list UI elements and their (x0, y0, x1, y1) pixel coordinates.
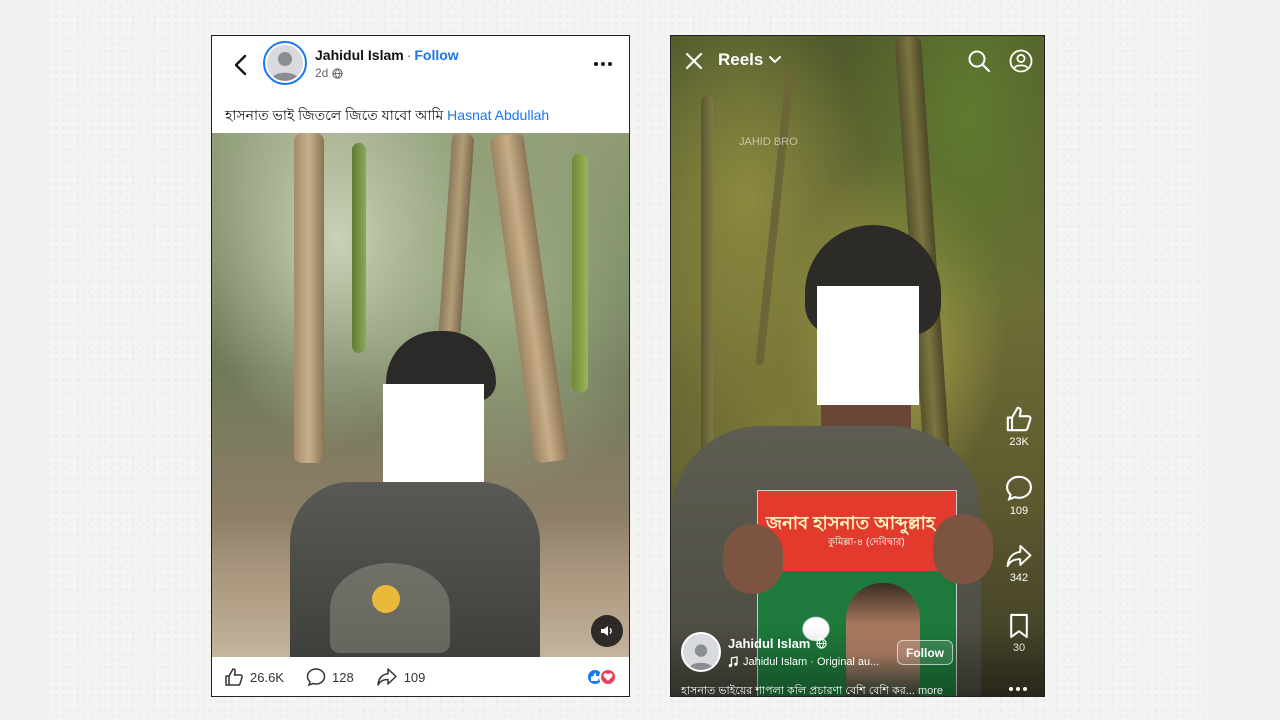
author-name[interactable]: Jahidul Islam (315, 47, 404, 63)
tree-trunk (294, 133, 324, 463)
more-dot-icon (1016, 687, 1020, 691)
thumbs-up-icon (225, 668, 243, 686)
caption-text: হাসনাত ভাই জিতলে জিতে যাবো আমি (225, 107, 444, 123)
reel-author-avatar[interactable] (681, 632, 721, 672)
author-avatar[interactable] (263, 41, 307, 85)
more-dot-icon (594, 62, 598, 66)
face-redaction-box (383, 384, 484, 482)
mention-link[interactable]: Hasnat Abdullah (447, 107, 549, 123)
volume-icon (601, 626, 612, 636)
more-dot-icon (1009, 687, 1013, 691)
post-actions-bar: 26.6K 128 109 (212, 657, 629, 696)
tree-trunk (572, 153, 588, 393)
love-reaction-icon (599, 668, 617, 686)
reel-caption-text: হাসনাত ভাইয়ের শাপলা কলি প্রচারণা বেশি ব… (681, 685, 915, 697)
see-more-link[interactable]: more (918, 685, 943, 696)
tree-trunk (352, 143, 366, 353)
post-photo[interactable] (212, 133, 629, 657)
time-text: 2d (315, 66, 329, 80)
reel-more-options-button[interactable] (1009, 687, 1027, 691)
post-caption: হাসনাত ভাই জিতলে জিতে যাবো আমি Hasnat Ab… (225, 104, 549, 128)
reel-caption[interactable]: হাসনাত ভাইয়ের শাপলা কলি প্রচারণা বেশি ব… (681, 682, 991, 697)
reel-comment-button[interactable]: 109 (998, 474, 1040, 517)
comment-icon (1006, 475, 1032, 501)
back-button[interactable] (228, 50, 252, 80)
shirt-print (330, 563, 450, 653)
post-header: Jahidul Islam · Follow 2d হাসনাত ভাই জিতলে… (212, 36, 629, 132)
separator-dot: · (406, 47, 412, 63)
music-note-icon (728, 656, 738, 668)
globe-icon (332, 67, 344, 79)
reel-follow-button[interactable]: Follow (897, 640, 953, 665)
tree-trunk (489, 133, 569, 464)
reel-audio-track[interactable]: Jahidul Islam · Original au... (728, 656, 908, 668)
globe-icon (816, 638, 828, 649)
profile-icon[interactable] (1009, 49, 1033, 73)
share-arrow-icon (1006, 544, 1032, 568)
reel-like-button[interactable]: 23K (998, 405, 1040, 448)
share-button[interactable]: 109 (376, 667, 426, 687)
share-arrow-icon (376, 668, 397, 686)
more-dot-icon (601, 62, 605, 66)
reel-author-name[interactable]: Jahidul Islam (728, 636, 810, 651)
reaction-summary[interactable] (586, 668, 617, 686)
share-count: 109 (403, 669, 426, 685)
right-hand (933, 514, 993, 584)
sound-toggle-button[interactable] (591, 615, 623, 647)
reels-dropdown[interactable]: Reels (718, 50, 782, 70)
chevron-down-icon (769, 56, 782, 64)
tree-trunk (755, 66, 795, 366)
tree-trunk (701, 96, 713, 476)
reel-like-count: 23K (1009, 436, 1029, 448)
default-avatar-icon (688, 644, 714, 670)
poster-header: জনাব হাসনাত আব্দুল্লাহ কুমিল্লা-৪ (দেবিদ… (758, 491, 956, 571)
search-icon[interactable] (967, 49, 991, 73)
comment-icon (306, 668, 326, 687)
reel-author-line: Jahidul Islam (728, 636, 828, 651)
follow-link[interactable]: Follow (414, 47, 458, 63)
reels-top-bar: Reels (671, 36, 1044, 86)
sun-graphic (372, 585, 400, 613)
comment-button[interactable]: 128 (306, 667, 354, 687)
close-icon[interactable] (684, 51, 704, 71)
like-button[interactable]: 26.6K (224, 667, 284, 687)
more-dot-icon (1023, 687, 1027, 691)
chevron-left-icon (234, 54, 247, 76)
like-count: 26.6K (250, 669, 284, 685)
poster-subline: কুমিল্লা-৪ (দেবিদ্বার) (828, 537, 905, 548)
default-avatar-icon (267, 45, 303, 81)
video-watermark: JAHID BRO (739, 136, 798, 148)
facebook-post: Jahidul Islam · Follow 2d হাসনাত ভাই জিতলে… (211, 35, 630, 697)
thumbs-up-icon (1006, 406, 1032, 432)
reels-title: Reels (718, 50, 764, 69)
left-hand (723, 524, 783, 594)
reel-share-count: 342 (1009, 572, 1029, 584)
face-redaction-box (817, 286, 919, 405)
post-timestamp: 2d (315, 66, 344, 80)
reels-viewer[interactable]: Reels JAHID BRO জনাব হাসনাত আব্দুল্লাহ ক… (670, 35, 1045, 697)
reel-comment-count: 109 (1009, 505, 1029, 517)
audio-label: Jahidul Islam · Original au... (743, 656, 880, 668)
reel-share-button[interactable]: 342 (998, 543, 1040, 584)
author-line: Jahidul Islam · Follow (315, 47, 459, 63)
more-dot-icon (608, 62, 612, 66)
comment-count: 128 (331, 669, 354, 685)
more-options-button[interactable] (591, 50, 615, 78)
